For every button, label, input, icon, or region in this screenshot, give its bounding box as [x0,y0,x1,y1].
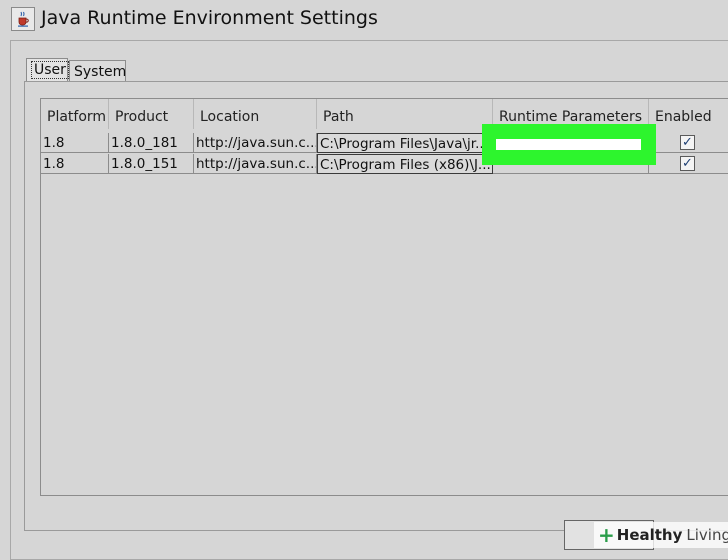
plus-icon: + [598,523,615,547]
table-cell-path[interactable]: C:\Program Files (x86)\J... [317,154,493,174]
title-bar: Java Runtime Environment Settings [0,0,728,40]
table-cell-enabled[interactable]: ✓ [649,133,728,153]
tab-system[interactable]: System [69,60,126,82]
column-header-enabled[interactable]: Enabled [649,99,728,129]
column-header-platform[interactable]: Platform [41,99,109,129]
column-header-path[interactable]: Path [317,99,493,129]
table-cell-enabled[interactable]: ✓ [649,154,728,174]
column-header-product[interactable]: Product [109,99,194,129]
java-cup-icon [11,7,35,31]
watermark-brand: Healthy [616,526,683,544]
tab-user[interactable]: User [26,58,69,82]
table-cell-product[interactable]: 1.8.0_151 [109,154,194,174]
table-cell-path[interactable]: C:\Program Files\Java\jr... [317,133,493,153]
table-cell-platform[interactable]: 1.8 [41,133,109,153]
tab-user-label: User [31,61,69,79]
watermark-logo: + Healthy Living [594,522,728,548]
table-cell-platform[interactable]: 1.8 [41,154,109,174]
window-title: Java Runtime Environment Settings [41,7,378,29]
column-header-location[interactable]: Location [194,99,317,129]
table-cell-product[interactable]: 1.8.0_181 [109,133,194,153]
table-cell-location[interactable]: http://java.sun.c... [194,154,317,174]
table-cell-location[interactable]: http://java.sun.c... [194,133,317,153]
tab-system-label: System [74,64,127,80]
watermark-suffix: Living [686,526,728,544]
runtime-parameters-input[interactable] [496,139,641,150]
enabled-checkbox-2[interactable]: ✓ [680,156,695,171]
enabled-checkbox-1[interactable]: ✓ [680,135,695,150]
